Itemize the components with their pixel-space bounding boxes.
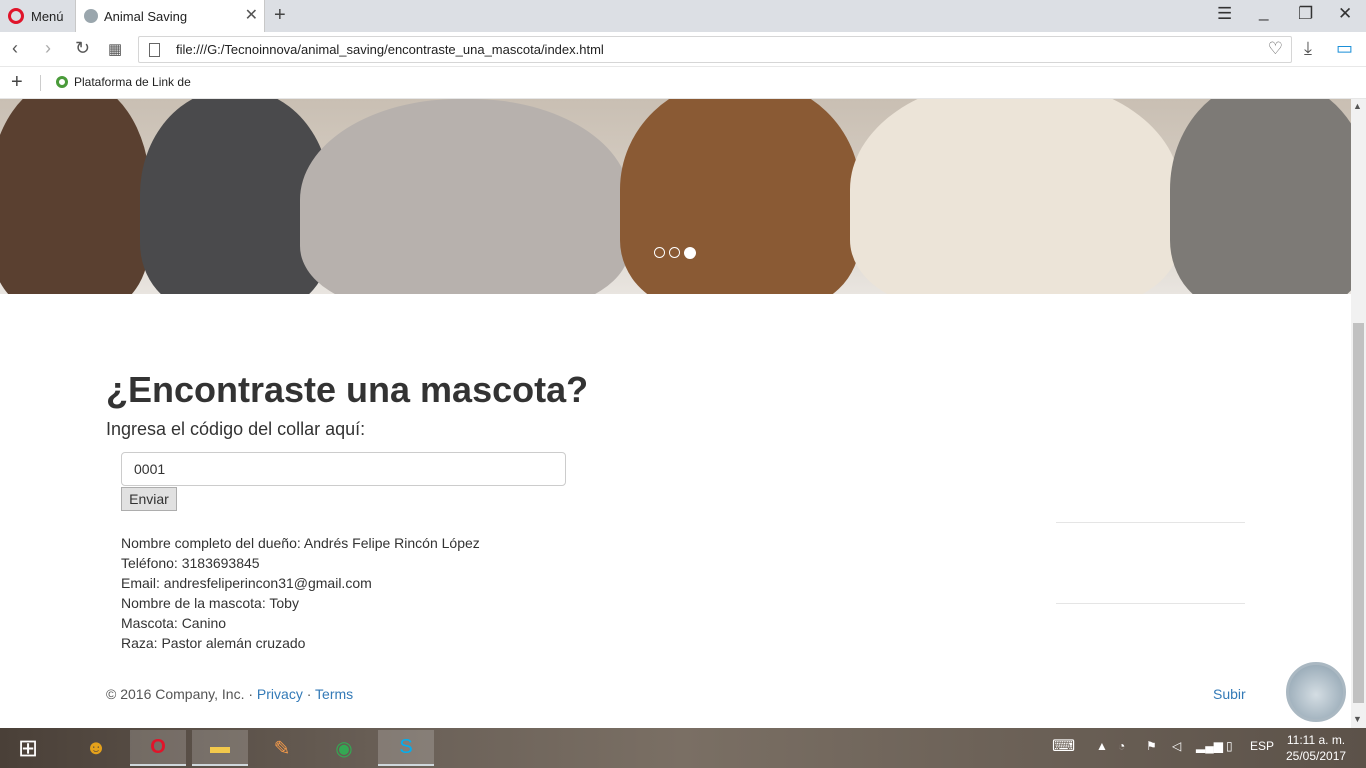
divider-line bbox=[1056, 603, 1245, 604]
game-app-icon[interactable]: ☻ bbox=[68, 730, 124, 766]
chrome-icon[interactable]: ◉ bbox=[316, 730, 372, 766]
animal-saving-logo bbox=[1286, 662, 1346, 722]
carousel-dot-active[interactable] bbox=[684, 247, 696, 259]
show-hidden-icons-icon[interactable]: ▲ bbox=[1096, 739, 1108, 753]
forward-icon[interactable]: › bbox=[45, 38, 51, 59]
owner-email: Email: andresfeliperincon31@gmail.com bbox=[121, 575, 372, 591]
network-icon[interactable]: ▂▄▆ bbox=[1196, 739, 1223, 753]
page-subtitle: Ingresa el código del collar aquí: bbox=[106, 419, 366, 439]
browser-nav-bar: ‹ › ↻ ▦ file:///G:/Tecnoinnova/animal_sa… bbox=[0, 32, 1366, 67]
pet-name: Nombre de la mascota: Toby bbox=[121, 595, 299, 611]
carousel-dot[interactable] bbox=[654, 247, 665, 258]
page-viewport: ¿Encontraste una mascota? Ingresa el cód… bbox=[0, 99, 1351, 728]
opera-logo-icon bbox=[8, 8, 24, 24]
close-tab-icon[interactable]: ✕ bbox=[245, 8, 258, 24]
cleaner-app-icon[interactable]: ✎ bbox=[254, 730, 310, 766]
menu-label: Menú bbox=[31, 8, 64, 24]
download-icon[interactable]: ⤓ bbox=[1304, 38, 1312, 59]
bookmark-item[interactable]: Plataforma de Link de bbox=[56, 75, 191, 89]
back-to-top-link[interactable]: Subir bbox=[1213, 686, 1246, 702]
owner-name: Nombre completo del dueño: Andrés Felipe… bbox=[121, 535, 480, 551]
hero-carousel bbox=[0, 99, 1351, 294]
main-content: ¿Encontraste una mascota? Ingresa el cód… bbox=[106, 369, 589, 651]
page-icon bbox=[149, 42, 160, 57]
divider-line bbox=[1056, 522, 1245, 523]
battery-icon[interactable]: ▯ bbox=[1226, 739, 1233, 753]
send-button[interactable]: Enviar bbox=[121, 487, 177, 511]
windows-start-icon[interactable]: ⊞ bbox=[0, 730, 56, 766]
reload-icon[interactable]: ↻ bbox=[75, 38, 90, 59]
url-text: file:///G:/Tecnoinnova/animal_saving/enc… bbox=[176, 42, 604, 57]
file-explorer-icon[interactable]: ▬ bbox=[192, 730, 248, 766]
restore-icon[interactable]: ❐ bbox=[1298, 4, 1313, 24]
bookmark-label: Plataforma de Link de bbox=[74, 75, 191, 89]
footer: © 2016 Company, Inc. · Privacy · Terms bbox=[106, 686, 353, 702]
scroll-thumb[interactable] bbox=[1353, 323, 1364, 703]
pet-breed: Raza: Pastor alemán cruzado bbox=[121, 635, 306, 651]
battery-saver-icon[interactable]: ▭ bbox=[1336, 38, 1353, 59]
footer-separator: · bbox=[306, 686, 312, 702]
bookmark-separator bbox=[40, 75, 41, 91]
windows-taskbar: ⊞ ☻ O ▬ ✎ ◉ S ⌨ ▲ ◔ ⚑ ◁ ▂▄▆ ▯ ESP 11:11 … bbox=[0, 728, 1366, 768]
footer-separator: · bbox=[248, 686, 254, 702]
add-bookmark-icon[interactable]: + bbox=[11, 71, 23, 94]
volume-muted-icon[interactable]: ◁ bbox=[1172, 739, 1181, 753]
close-window-icon[interactable]: ✕ bbox=[1338, 4, 1352, 24]
skype-icon[interactable]: S bbox=[378, 730, 434, 766]
bookmarks-bar: + Plataforma de Link de bbox=[0, 67, 1366, 99]
new-tab-icon[interactable]: + bbox=[274, 4, 286, 27]
carousel-image-tabby-cat bbox=[1170, 99, 1351, 294]
keyboard-icon[interactable]: ⌨ bbox=[1052, 736, 1075, 756]
carousel-image-gray-cat bbox=[300, 99, 630, 294]
tab-menu-icon[interactable]: ☰ bbox=[1217, 4, 1232, 24]
copyright-text: © 2016 Company, Inc. bbox=[106, 686, 245, 702]
page-title: ¿Encontraste una mascota? bbox=[106, 369, 589, 410]
carousel-image-puppy bbox=[0, 99, 150, 294]
speed-dial-icon[interactable]: ▦ bbox=[108, 40, 122, 58]
carousel-image-white-puppy bbox=[850, 99, 1180, 294]
back-icon[interactable]: ‹ bbox=[12, 38, 18, 59]
language-indicator[interactable]: ESP bbox=[1250, 739, 1274, 753]
bookmark-favicon-icon bbox=[56, 76, 68, 88]
browser-tab[interactable]: Animal Saving ✕ bbox=[75, 0, 265, 32]
scroll-up-icon[interactable]: ▲ bbox=[1353, 101, 1362, 111]
site-favicon-icon bbox=[84, 9, 98, 23]
address-bar[interactable]: file:///G:/Tecnoinnova/animal_saving/enc… bbox=[138, 36, 1292, 63]
tab-title: Animal Saving bbox=[104, 8, 188, 24]
carousel-dot[interactable] bbox=[669, 247, 680, 258]
action-center-flag-icon[interactable]: ⚑ bbox=[1146, 739, 1157, 753]
system-clock[interactable]: 11:11 a. m. 25/05/2017 bbox=[1286, 732, 1346, 764]
minimize-icon[interactable]: _ bbox=[1259, 2, 1268, 22]
carousel-indicators bbox=[654, 247, 696, 259]
page-scrollbar[interactable]: ▲ ▼ bbox=[1351, 99, 1366, 728]
antivirus-icon[interactable]: ◔ bbox=[1118, 739, 1125, 753]
clock-time: 11:11 a. m. bbox=[1286, 733, 1346, 747]
carousel-image-brown-puppy bbox=[620, 99, 860, 294]
scroll-down-icon[interactable]: ▼ bbox=[1353, 714, 1362, 724]
opera-taskbar-icon[interactable]: O bbox=[130, 730, 186, 766]
heart-icon[interactable]: ♡ bbox=[1268, 39, 1283, 59]
clock-date: 25/05/2017 bbox=[1286, 749, 1347, 763]
opera-menu-button[interactable]: Menú bbox=[0, 0, 74, 32]
terms-link[interactable]: Terms bbox=[315, 686, 353, 702]
owner-phone: Teléfono: 3183693845 bbox=[121, 555, 260, 571]
privacy-link[interactable]: Privacy bbox=[257, 686, 303, 702]
owner-info: Nombre completo del dueño: Andrés Felipe… bbox=[121, 533, 480, 653]
pet-type: Mascota: Canino bbox=[121, 615, 227, 631]
browser-tab-bar: Menú Animal Saving ✕ + ☰ _ ❐ ✕ bbox=[0, 0, 1366, 32]
collar-code-input[interactable] bbox=[121, 452, 566, 486]
